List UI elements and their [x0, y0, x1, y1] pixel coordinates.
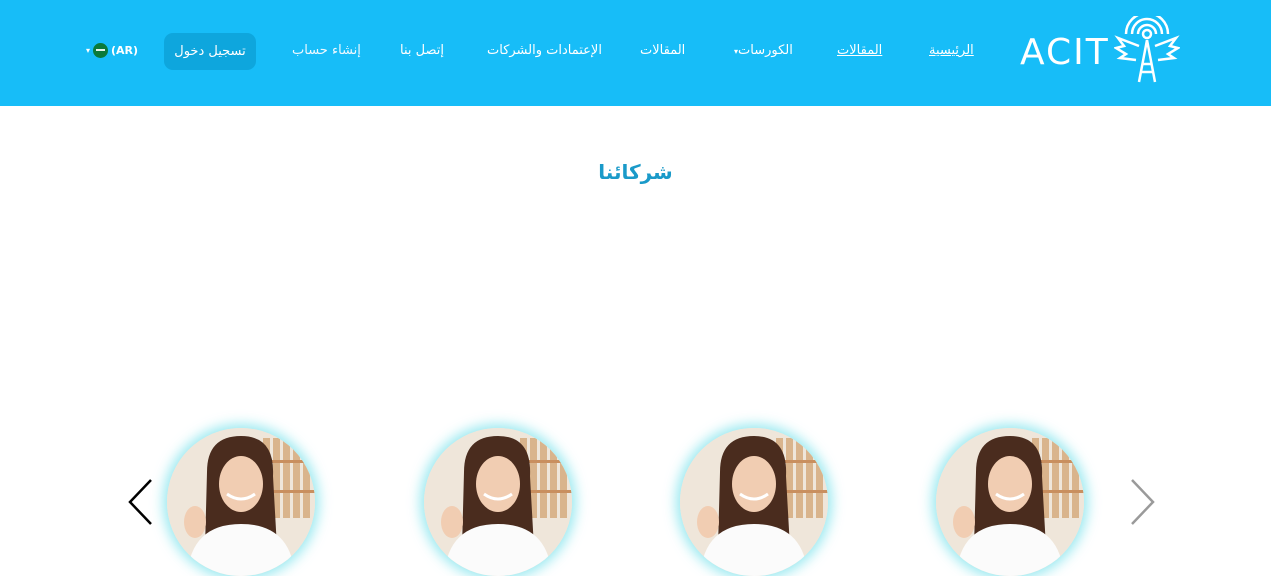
- nav-accreditations[interactable]: الإعتمادات والشركات: [487, 43, 602, 58]
- partner-photo: [936, 428, 1084, 576]
- partners-title: شركائنا: [598, 160, 673, 184]
- chevron-down-icon: ▾: [86, 46, 91, 55]
- nav-courses[interactable]: ▾الكورسات: [734, 43, 793, 58]
- carousel-prev-button[interactable]: [126, 478, 156, 526]
- partner-card[interactable]: [167, 428, 315, 576]
- partner-photo: [424, 428, 572, 576]
- nav-contact[interactable]: إتصل بنا: [400, 43, 444, 58]
- login-button[interactable]: تسجيل دخول: [164, 33, 256, 70]
- nav-register[interactable]: إنشاء حساب: [292, 43, 361, 58]
- saudi-flag-icon: [93, 43, 109, 58]
- carousel-next-button[interactable]: [1128, 478, 1158, 526]
- language-label: (AR): [111, 44, 139, 57]
- site-header: ACIT الرئيسية المقالات ▾الكورسات المقالا…: [0, 0, 1271, 106]
- language-selector[interactable]: ▾ (AR): [86, 43, 138, 58]
- nav-courses-label: الكورسات: [738, 43, 793, 58]
- site-logo[interactable]: ACIT: [1020, 16, 1180, 88]
- partner-card[interactable]: [936, 428, 1084, 576]
- nav-articles[interactable]: المقالات: [640, 43, 685, 58]
- antenna-wings-icon: [1114, 16, 1180, 83]
- chevron-left-icon: [128, 479, 152, 525]
- logo-text: ACIT: [1020, 32, 1110, 73]
- partner-photo: [680, 428, 828, 576]
- nav-home[interactable]: الرئيسية: [929, 43, 974, 58]
- nav-articles-link[interactable]: المقالات: [837, 43, 882, 58]
- partner-photo: [167, 428, 315, 576]
- partner-card[interactable]: [680, 428, 828, 576]
- chevron-right-icon: [1131, 479, 1155, 525]
- partner-card[interactable]: [424, 428, 572, 576]
